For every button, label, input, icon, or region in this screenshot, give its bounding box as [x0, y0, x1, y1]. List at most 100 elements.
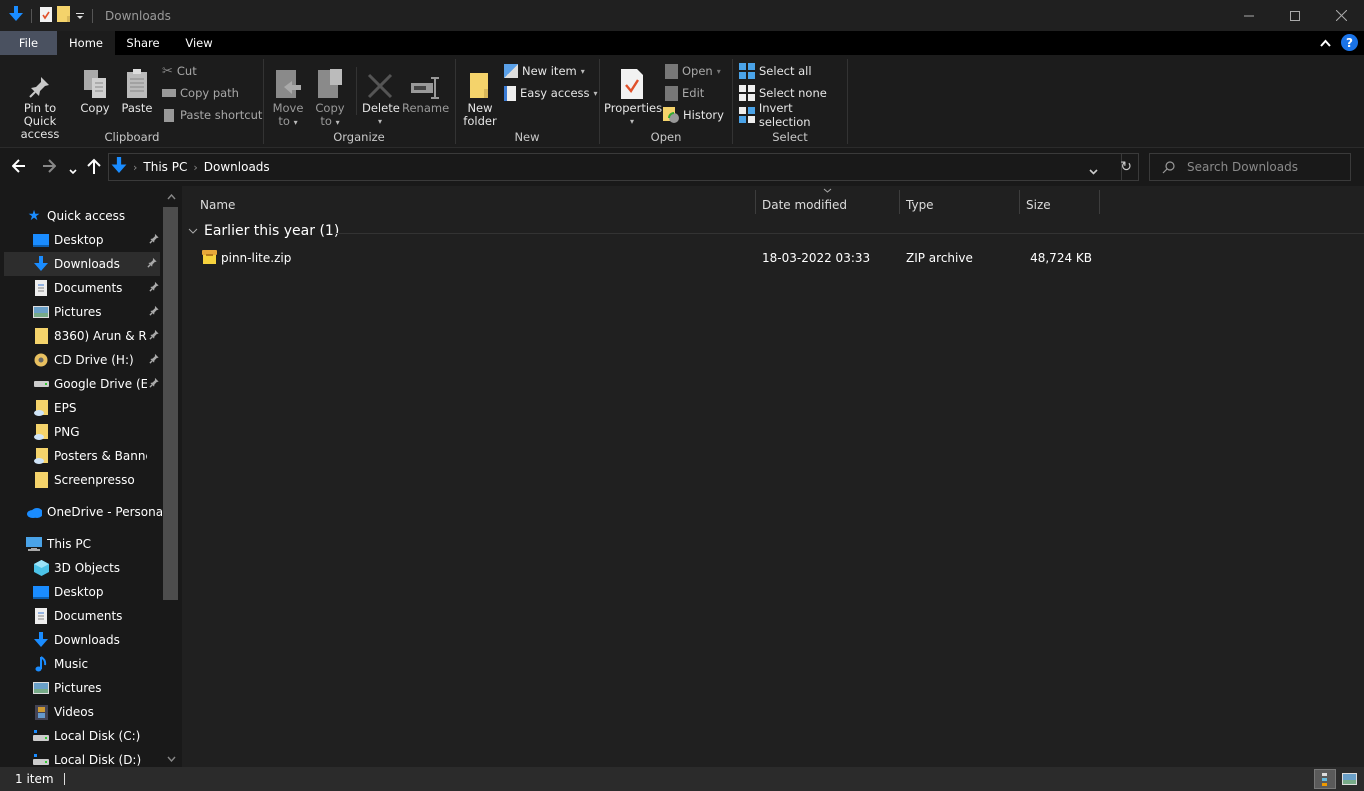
- pin-icon[interactable]: [149, 281, 160, 295]
- sidebar-item-downloads[interactable]: Downloads: [4, 252, 160, 276]
- cut-button[interactable]: ✂ Cut: [162, 61, 197, 81]
- sidebar-item-onedrive[interactable]: OneDrive - Personal: [0, 500, 162, 524]
- refresh-button[interactable]: ↻: [1120, 159, 1132, 175]
- sidebar-item-pc-local-disk-c[interactable]: Local Disk (C:): [0, 724, 162, 748]
- cloud-folder-icon: [33, 400, 49, 416]
- select-all-button[interactable]: Select all: [739, 61, 812, 81]
- refresh-icon: ↻: [1120, 159, 1132, 175]
- search-box[interactable]: Search Downloads: [1149, 153, 1351, 181]
- sidebar-item-quick-access[interactable]: ★ Quick access: [0, 204, 162, 228]
- copy-path-button[interactable]: Copy path: [162, 83, 239, 103]
- 3d-objects-icon: [33, 560, 49, 576]
- sidebar-item-posters-banners[interactable]: Posters & Banners: [0, 444, 162, 468]
- close-button[interactable]: [1318, 0, 1364, 31]
- divider: [847, 59, 848, 144]
- sidebar-item-pc-3d-objects[interactable]: 3D Objects: [0, 556, 162, 580]
- sidebar-item-pc-downloads[interactable]: Downloads: [0, 628, 162, 652]
- quick-access-toolbar: Downloads: [0, 0, 171, 31]
- collapse-ribbon-button[interactable]: [1320, 36, 1331, 50]
- pin-icon[interactable]: [149, 329, 160, 343]
- chevron-up-icon[interactable]: [167, 194, 176, 200]
- column-header-name[interactable]: Name: [194, 192, 754, 218]
- up-button[interactable]: [87, 158, 101, 178]
- search-input[interactable]: Search Downloads: [1187, 160, 1298, 174]
- sidebar-item-pc-videos[interactable]: Videos: [0, 700, 162, 724]
- column-divider[interactable]: [1099, 190, 1100, 214]
- help-button[interactable]: ?: [1341, 34, 1358, 51]
- column-header-type[interactable]: Type: [900, 192, 1019, 218]
- file-row[interactable]: pinn-lite.zip 18-03-2022 03:33 ZIP archi…: [182, 247, 1364, 269]
- large-icons-view-button[interactable]: [1338, 769, 1360, 789]
- easy-access-button[interactable]: Easy access ▾: [504, 83, 598, 103]
- history-button[interactable]: History: [663, 105, 724, 125]
- pin-icon[interactable]: [149, 305, 160, 319]
- sidebar-item-screenpresso[interactable]: Screenpresso: [0, 468, 162, 492]
- pin-icon[interactable]: [149, 377, 160, 391]
- tab-view[interactable]: View: [171, 31, 227, 55]
- address-bar[interactable]: › This PC › Downloads ↻: [108, 153, 1139, 181]
- properties-icon[interactable]: [40, 6, 52, 25]
- sidebar-item-pc-pictures[interactable]: Pictures: [0, 676, 162, 700]
- breadcrumb-this-pc[interactable]: This PC: [143, 160, 187, 174]
- select-none-button[interactable]: Select none: [739, 83, 827, 103]
- pin-icon[interactable]: [147, 257, 158, 271]
- maximize-button[interactable]: [1272, 0, 1318, 31]
- column-header-size[interactable]: Size: [1020, 192, 1099, 218]
- breadcrumb-separator[interactable]: ›: [133, 161, 137, 174]
- sidebar-scroll-thumb[interactable]: [163, 207, 178, 600]
- rename-icon: [411, 77, 439, 99]
- sidebar-item-8360-arun-rajesh[interactable]: 8360) Arun & Rajesh: [0, 324, 162, 348]
- pin-to-quick-access-button[interactable]: Pin to Quick access: [6, 61, 74, 141]
- move-to-button[interactable]: Move to ▾: [270, 61, 306, 129]
- back-button[interactable]: [11, 158, 26, 177]
- delete-button[interactable]: Delete ▾: [362, 61, 400, 128]
- recent-locations-button[interactable]: [69, 160, 77, 179]
- forward-button[interactable]: [42, 158, 57, 177]
- paste-button[interactable]: Paste: [120, 61, 154, 115]
- copy-to-icon: [318, 69, 342, 98]
- select-none-icon: [739, 85, 755, 101]
- tab-share[interactable]: Share: [115, 31, 171, 55]
- sidebar-item-pc-music[interactable]: Music: [0, 652, 162, 676]
- breadcrumb-downloads[interactable]: Downloads: [204, 160, 270, 174]
- sidebar-item-pc-desktop[interactable]: Desktop: [0, 580, 162, 604]
- tab-home[interactable]: Home: [57, 31, 115, 55]
- paste-shortcut-button[interactable]: Paste shortcut: [162, 105, 262, 125]
- new-folder-button[interactable]: New folder: [462, 61, 498, 128]
- tab-file[interactable]: File: [0, 31, 57, 55]
- divider: [63, 773, 65, 785]
- rename-button[interactable]: Rename: [402, 61, 449, 115]
- properties-button[interactable]: Properties ▾: [604, 61, 662, 128]
- sidebar-item-desktop[interactable]: Desktop: [0, 228, 162, 252]
- sidebar-item-pc-documents[interactable]: Documents: [0, 604, 162, 628]
- details-view-button[interactable]: [1314, 769, 1336, 789]
- new-folder-icon[interactable]: [57, 6, 71, 25]
- chevron-up-icon: [1320, 39, 1331, 47]
- address-history-button[interactable]: [1089, 164, 1098, 178]
- sidebar-item-this-pc[interactable]: This PC: [0, 532, 162, 556]
- pin-icon[interactable]: [149, 233, 160, 247]
- group-header[interactable]: Earlier this year (1): [188, 223, 339, 239]
- edit-button[interactable]: Edit: [665, 83, 704, 103]
- sidebar-item-eps[interactable]: EPS: [0, 396, 162, 420]
- minimize-button[interactable]: [1226, 0, 1272, 31]
- open-button[interactable]: Open ▾: [665, 61, 721, 81]
- pin-icon[interactable]: [149, 353, 160, 367]
- cd-drive-icon: [33, 352, 49, 368]
- chevron-down-icon: [1089, 169, 1098, 175]
- sidebar-item-cd-drive-h[interactable]: CD Drive (H:): [0, 348, 162, 372]
- sidebar-item-pictures[interactable]: Pictures: [0, 300, 162, 324]
- column-header-date-modified[interactable]: Date modified: [756, 192, 899, 218]
- open-icon: [665, 63, 678, 79]
- new-item-button[interactable]: New item ▾: [504, 61, 585, 81]
- breadcrumb-separator[interactable]: ›: [193, 161, 197, 174]
- ribbon-tabs: File Home Share View ?: [0, 31, 1364, 55]
- sidebar-item-google-drive-e[interactable]: Google Drive (E:): [0, 372, 162, 396]
- copy-button[interactable]: Copy: [78, 61, 112, 115]
- customize-qat-icon[interactable]: [76, 9, 84, 23]
- invert-selection-button[interactable]: Invert selection: [739, 101, 847, 129]
- sidebar-item-documents[interactable]: Documents: [0, 276, 162, 300]
- chevron-down-icon[interactable]: [167, 756, 176, 762]
- copy-to-button[interactable]: Copy to ▾: [312, 61, 348, 129]
- sidebar-item-png[interactable]: PNG: [0, 420, 162, 444]
